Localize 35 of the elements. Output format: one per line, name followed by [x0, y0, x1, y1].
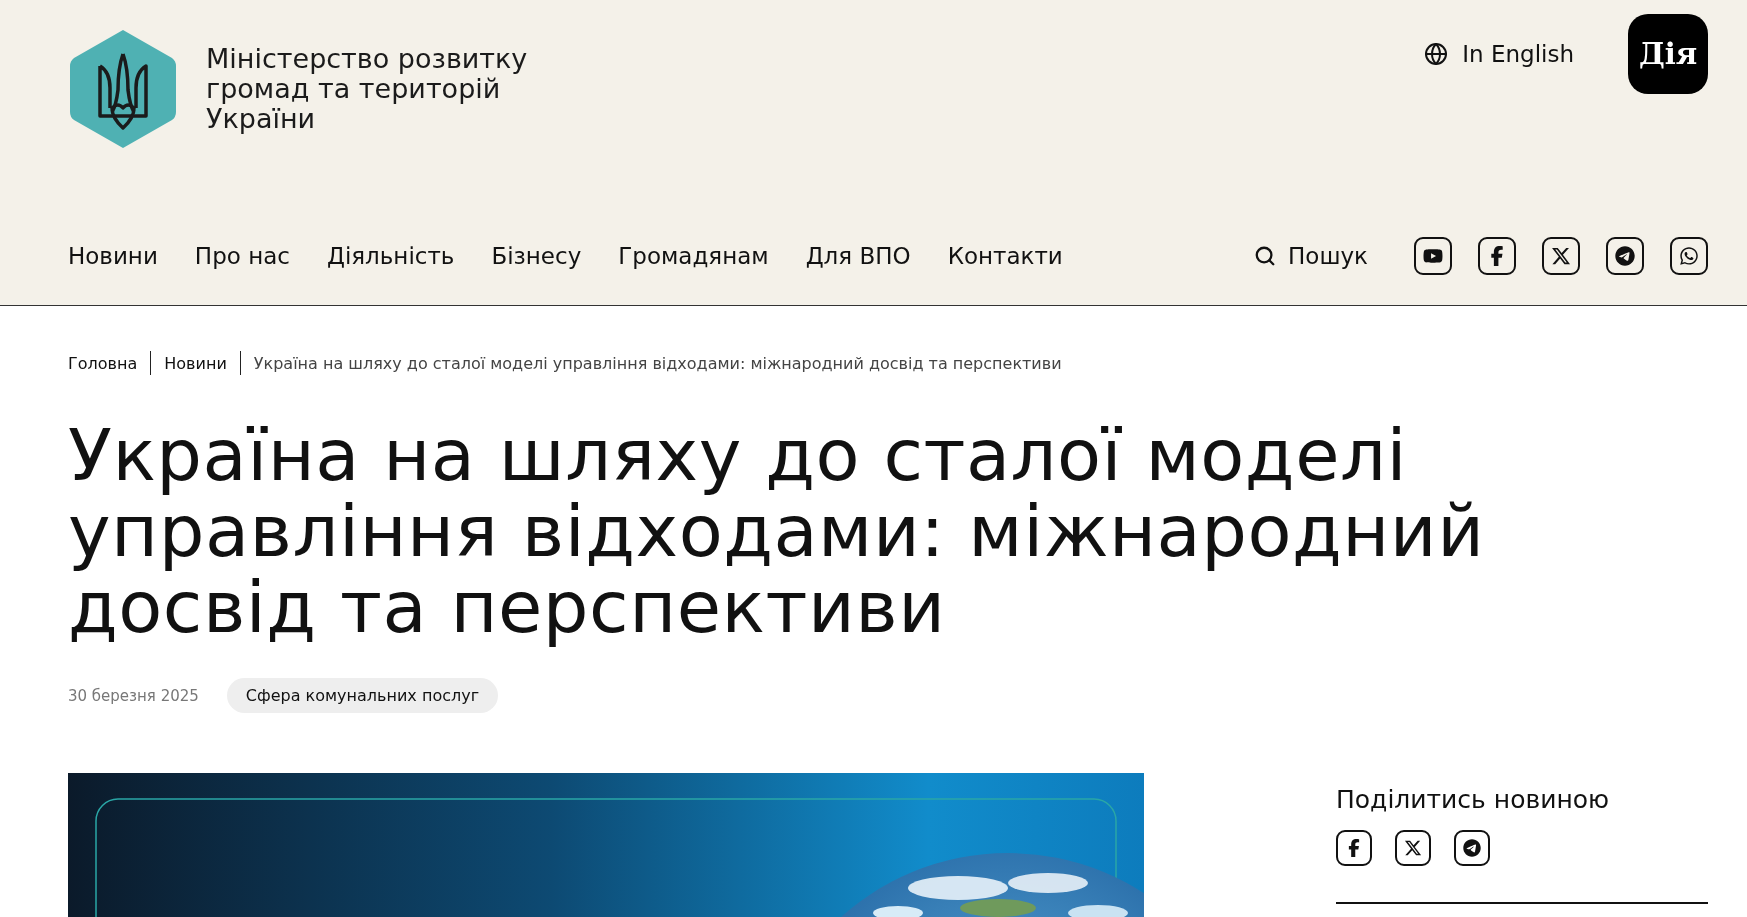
social-link[interactable] — [1414, 237, 1452, 275]
category-tag[interactable]: Сфера комунальних послуг — [226, 678, 499, 713]
app-link[interactable]: Дія — [1628, 14, 1708, 94]
x-icon — [1404, 839, 1422, 857]
nav-item[interactable]: Для ВПО — [805, 243, 911, 269]
nav-item[interactable]: Бізнесу — [491, 243, 582, 269]
paper-plane-icon — [1463, 839, 1481, 857]
language-link[interactable]: In English — [1424, 41, 1574, 67]
social-link[interactable] — [1670, 237, 1708, 275]
whatsapp-icon — [1679, 246, 1699, 266]
globe-icon — [1424, 42, 1449, 66]
article-title: Україна на шляху до сталої моделі управління відходами: міжнародний досвід та перспективи — [68, 417, 1486, 645]
paper-plane-icon — [1615, 246, 1635, 266]
search-icon — [1254, 245, 1277, 267]
trident-logo-icon — [68, 28, 178, 150]
share-link[interactable] — [1454, 830, 1490, 866]
breadcrumb[interactable]: Новини — [164, 353, 227, 373]
nav-item[interactable]: Громадянам — [618, 243, 769, 269]
social-link[interactable] — [1542, 237, 1580, 275]
social-link[interactable] — [1478, 237, 1516, 275]
breadcrumb[interactable]: Україна на шляху до сталої моделі управління відходами: міжнародний досвід та перспективи — [253, 353, 1062, 373]
share-link[interactable] — [1336, 830, 1372, 866]
youtube-icon — [1423, 246, 1443, 266]
nav-item[interactable]: Контакти — [947, 243, 1063, 269]
nav-item[interactable]: Про нас — [194, 243, 290, 269]
search-link[interactable]: Пошук — [1254, 243, 1368, 269]
ministry-name: Міністерство розвитку громад та територій України — [206, 44, 528, 134]
breadcrumb[interactable]: Головна — [68, 353, 138, 373]
share-link[interactable] — [1395, 830, 1431, 866]
x-icon — [1551, 246, 1571, 266]
date: 30 березня 2025 — [68, 686, 199, 705]
share-title: Поділитись новиною — [1336, 785, 1611, 814]
nav-item[interactable]: Діяльність — [326, 243, 455, 269]
social-link[interactable] — [1606, 237, 1644, 275]
nav-item[interactable]: Новини — [68, 243, 158, 269]
